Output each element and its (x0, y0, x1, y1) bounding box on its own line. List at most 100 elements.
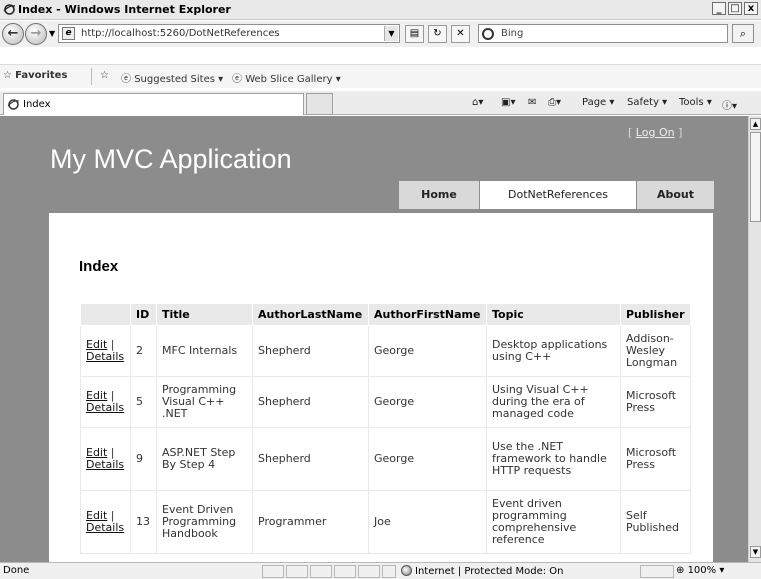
title-cell: Programming Visual C++ .NET (156, 376, 253, 428)
address-bar[interactable]: e http://localhost:5260/DotNetReferences… (58, 24, 400, 43)
references-table: ID Title AuthorLastName AuthorFirstName … (80, 303, 691, 554)
table-row: Edit | Details 5 Programming Visual C++ .… (80, 376, 691, 428)
id-cell: 9 (130, 427, 157, 491)
compatibility-view-button[interactable]: ▤ (405, 25, 424, 43)
action-cell: Edit | Details (80, 325, 131, 377)
publisher-cell: Addison-Wesley Longman (620, 325, 691, 377)
mail-button[interactable]: ✉ (528, 97, 536, 108)
tools-menu[interactable]: Tools ▾ (679, 97, 712, 108)
menu-dotnetreferences[interactable]: DotNetReferences (479, 180, 637, 210)
security-zone-label: Internet | Protected Mode: On (415, 566, 564, 577)
search-icon: ⌕ (739, 27, 747, 40)
add-favorites-icon[interactable]: ☆ (100, 70, 109, 81)
minimize-button[interactable]: _ (712, 2, 726, 15)
scroll-thumb[interactable] (750, 132, 761, 222)
zoom-control[interactable]: ⊕ 100% ▾ (676, 565, 724, 576)
home-button[interactable]: ⌂▾ (472, 97, 483, 108)
feeds-button[interactable]: ▣▾ (501, 97, 515, 108)
topic-cell: Using Visual C++ during the era of manag… (486, 376, 621, 428)
stop-button[interactable]: ✕ (451, 25, 470, 43)
id-cell: 13 (130, 490, 157, 554)
ie-tab-icon (7, 99, 20, 110)
window-title: Index - Windows Internet Explorer (18, 3, 231, 16)
address-url[interactable]: http://localhost:5260/DotNetReferences (81, 28, 280, 39)
last-name-cell: Shepherd (252, 427, 369, 491)
column-header: Title (156, 303, 253, 326)
title-cell: MFC Internals (156, 325, 253, 377)
page-title: Index (79, 258, 119, 275)
print-button[interactable]: ⎙▾ (548, 97, 561, 108)
star-icon: ☆ (3, 70, 16, 81)
title-bar: Index - Windows Internet Explorer _ □ x (0, 0, 761, 20)
id-cell: 5 (130, 376, 157, 428)
status-cell (262, 565, 284, 578)
web-slice-gallery-label: Web Slice Gallery ▾ (245, 74, 341, 85)
favorites-button[interactable]: ☆ Favorites (3, 70, 67, 81)
column-header: Publisher (620, 303, 691, 326)
help-dropdown: ▾ (732, 101, 738, 112)
status-cell (334, 565, 356, 578)
page-viewport: [ Log On ] My MVC Application Home DotNe… (0, 116, 748, 562)
page-menu[interactable]: Page ▾ (582, 97, 614, 108)
table-row: Edit | Details 2 MFC Internals Shepherd G… (80, 325, 691, 377)
search-button[interactable]: ⌕ (732, 24, 754, 43)
search-input[interactable]: Bing (478, 24, 728, 43)
globe-icon (401, 565, 412, 576)
first-name-cell: George (368, 325, 487, 377)
publisher-cell: Microsoft Press (620, 427, 691, 491)
back-button[interactable]: ← (2, 23, 24, 45)
print-icon: ⎙▾ (548, 97, 562, 108)
protected-mode-button[interactable] (640, 565, 674, 578)
address-row: ← → ▼ e http://localhost:5260/DotNetRefe… (0, 21, 761, 47)
tab-index[interactable]: Index (3, 93, 304, 115)
bing-icon (482, 28, 494, 40)
divider (91, 68, 92, 85)
zoom-level: 100% (687, 565, 717, 576)
menu-about[interactable]: About (636, 180, 715, 210)
action-cell: Edit | Details (80, 376, 131, 428)
history-dropdown-icon[interactable]: ▼ (49, 29, 55, 38)
help-menu[interactable]: ⓘ▾ (722, 97, 737, 112)
back-arrow-icon: ← (7, 26, 19, 41)
safety-menu[interactable]: Safety ▾ (627, 97, 667, 108)
log-on-bracket-open: [ (628, 126, 636, 139)
ie-page-icon: ⓔ (232, 74, 246, 85)
refresh-button[interactable]: ↻ (428, 25, 447, 43)
forward-button[interactable]: → (25, 23, 47, 45)
search-placeholder: Bing (501, 28, 524, 39)
topic-cell: Desktop applications using C++ (486, 325, 621, 377)
forward-arrow-icon: → (30, 26, 42, 41)
column-header: AuthorLastName (252, 303, 369, 326)
scroll-up-icon[interactable]: ▲ (750, 118, 761, 130)
favorites-bar: ☆ Favorites ☆ ⓔ Suggested Sites ▾ ⓔ Web … (0, 64, 761, 88)
stop-icon: ✕ (456, 28, 465, 39)
suggested-sites-link[interactable]: ⓔ Suggested Sites ▾ (121, 70, 223, 85)
column-header: ID (130, 303, 157, 326)
feeds-icon: ▣▾ (501, 97, 516, 108)
topic-cell: Event driven programming comprehensive r… (486, 490, 621, 554)
scroll-down-icon[interactable]: ▼ (750, 546, 761, 558)
compatibility-icon: ▤ (409, 28, 420, 39)
menu-home[interactable]: Home (398, 180, 480, 210)
publisher-cell: Microsoft Press (620, 376, 691, 428)
security-zone[interactable]: Internet | Protected Mode: On (401, 565, 563, 577)
log-on-link[interactable]: Log On (636, 126, 675, 139)
app-title: My MVC Application (50, 144, 292, 174)
details-link[interactable]: Details (86, 521, 124, 534)
details-link[interactable]: Details (86, 350, 124, 363)
details-link[interactable]: Details (86, 401, 124, 414)
close-button[interactable]: x (744, 2, 758, 15)
vertical-scrollbar[interactable]: ▲ ▼ (748, 116, 761, 562)
home-icon: ⌂▾ (472, 97, 484, 108)
last-name-cell: Shepherd (252, 325, 369, 377)
topic-cell: Use the .NET framework to handle HTTP re… (486, 427, 621, 491)
address-dropdown-icon[interactable]: ▼ (384, 26, 398, 41)
status-bar: Done Internet | Protected Mode: On ⊕ 100… (0, 562, 761, 579)
details-link[interactable]: Details (86, 458, 124, 471)
action-cell: Edit | Details (80, 427, 131, 491)
new-tab-button[interactable] (306, 93, 333, 115)
web-slice-gallery-link[interactable]: ⓔ Web Slice Gallery ▾ (232, 70, 341, 85)
maximize-button[interactable]: □ (728, 2, 742, 15)
help-icon: ⓘ (722, 101, 732, 112)
column-header: Topic (486, 303, 621, 326)
